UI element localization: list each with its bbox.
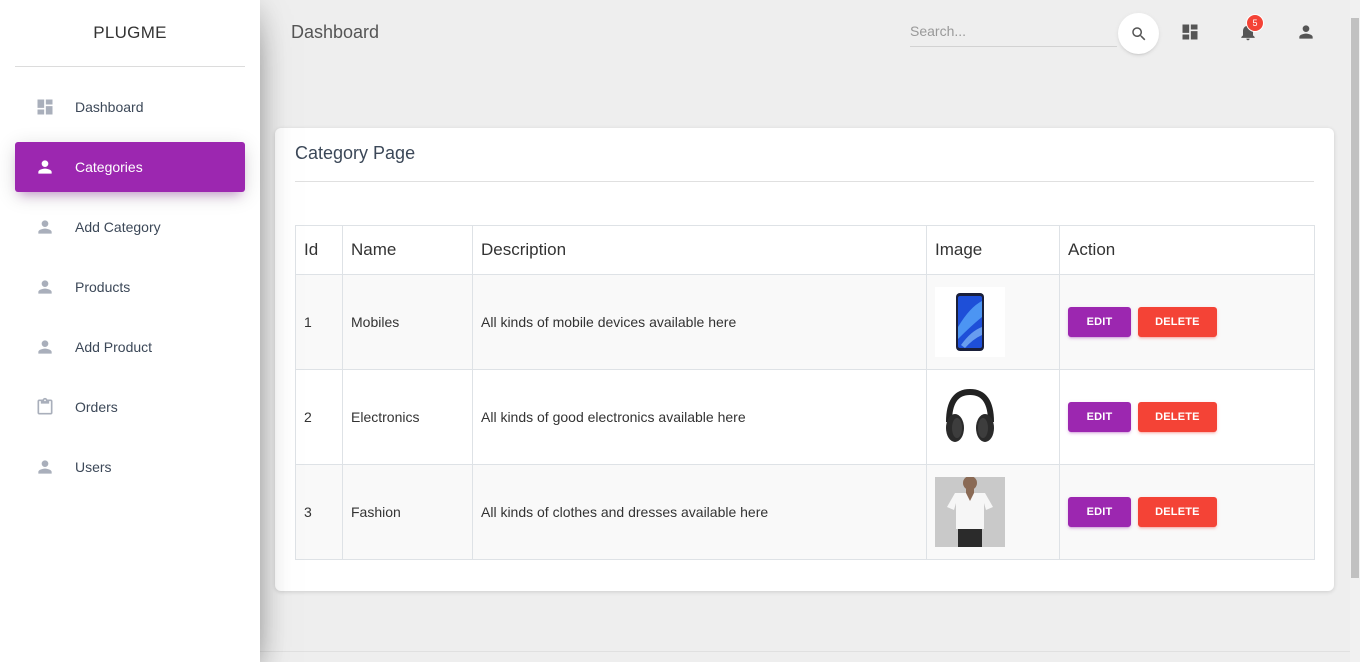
cell-actions: EDIT DELETE [1059, 369, 1315, 465]
search-input[interactable] [910, 16, 1117, 47]
person-icon [35, 277, 55, 297]
scrollbar[interactable] [1350, 0, 1360, 662]
column-header-description: Description [472, 225, 927, 275]
smartphone-image [935, 287, 1005, 357]
sidebar-item-dashboard[interactable]: Dashboard [15, 82, 245, 132]
notification-badge: 5 [1246, 14, 1264, 32]
page-title[interactable]: Dashboard [291, 22, 379, 43]
cell-name: Fashion [342, 464, 473, 560]
brand-logo[interactable]: PLUGME [15, 0, 245, 67]
sidebar-item-add-product[interactable]: Add Product [15, 322, 245, 372]
divider [295, 181, 1314, 182]
clipboard-icon [35, 397, 55, 417]
footer-divider [260, 651, 1350, 652]
table-header-row: Id Name Description Image Action [295, 225, 1315, 275]
cell-image [926, 274, 1060, 370]
headphones-image [946, 388, 994, 442]
cell-name: Electronics [342, 369, 473, 465]
delete-button[interactable]: DELETE [1137, 307, 1217, 337]
cell-image [926, 464, 1060, 560]
search-icon [1131, 26, 1145, 40]
edit-button[interactable]: EDIT [1068, 402, 1131, 432]
delete-button[interactable]: DELETE [1137, 402, 1217, 432]
column-header-image: Image [926, 225, 1060, 275]
sidebar-item-label: Add Category [75, 219, 161, 235]
person-icon [35, 337, 55, 357]
column-header-id: Id [295, 225, 343, 275]
sidebar-nav: Dashboard Categories Add Category Produc… [0, 82, 260, 492]
sidebar-item-orders[interactable]: Orders [15, 382, 245, 432]
dashboard-button[interactable] [1178, 20, 1202, 44]
edit-button[interactable]: EDIT [1068, 497, 1131, 527]
sidebar-item-label: Users [75, 459, 112, 475]
cell-id: 3 [295, 464, 343, 560]
person-icon [35, 457, 55, 477]
cell-description: All kinds of mobile devices available he… [472, 274, 927, 370]
sidebar: PLUGME Dashboard Categories Add Category… [0, 0, 260, 662]
dashboard-icon [35, 97, 55, 117]
cell-actions: EDIT DELETE [1059, 464, 1315, 560]
table-row: 1 Mobiles All kinds of mobile devices av… [295, 274, 1315, 370]
delete-button[interactable]: DELETE [1137, 497, 1217, 527]
cell-id: 2 [295, 369, 343, 465]
table-row: 2 Electronics All kinds of good electron… [295, 369, 1315, 465]
person-icon [35, 217, 55, 237]
sidebar-item-products[interactable]: Products [15, 262, 245, 312]
cell-actions: EDIT DELETE [1059, 274, 1315, 370]
cell-description: All kinds of good electronics available … [472, 369, 927, 465]
category-card: Category Page Id Name Description Image … [275, 128, 1334, 591]
sidebar-item-label: Orders [75, 399, 118, 415]
table-row: 3 Fashion All kinds of clothes and dress… [295, 464, 1315, 560]
sidebar-item-users[interactable]: Users [15, 442, 245, 492]
tshirt-model-image [935, 477, 1005, 547]
cell-description: All kinds of clothes and dresses availab… [472, 464, 927, 560]
cell-id: 1 [295, 274, 343, 370]
column-header-name: Name [342, 225, 473, 275]
person-icon [1299, 25, 1313, 39]
top-navbar: Dashboard 5 [260, 0, 1350, 66]
card-title: Category Page [295, 143, 416, 163]
dashboard-icon [1182, 24, 1198, 40]
category-table: Id Name Description Image Action 1 Mobil… [295, 225, 1315, 560]
search-button[interactable] [1118, 13, 1159, 54]
sidebar-item-add-category[interactable]: Add Category [15, 202, 245, 252]
sidebar-item-label: Dashboard [75, 99, 144, 115]
cell-name: Mobiles [342, 274, 473, 370]
column-header-action: Action [1059, 225, 1315, 275]
edit-button[interactable]: EDIT [1068, 307, 1131, 337]
person-icon [35, 157, 55, 177]
cell-image [926, 369, 1060, 465]
sidebar-item-categories[interactable]: Categories [15, 142, 245, 192]
sidebar-item-label: Products [75, 279, 131, 295]
sidebar-item-label: Add Product [75, 339, 153, 355]
sidebar-item-label: Categories [75, 159, 143, 175]
profile-button[interactable] [1294, 20, 1318, 44]
scrollbar-thumb[interactable] [1351, 18, 1359, 578]
